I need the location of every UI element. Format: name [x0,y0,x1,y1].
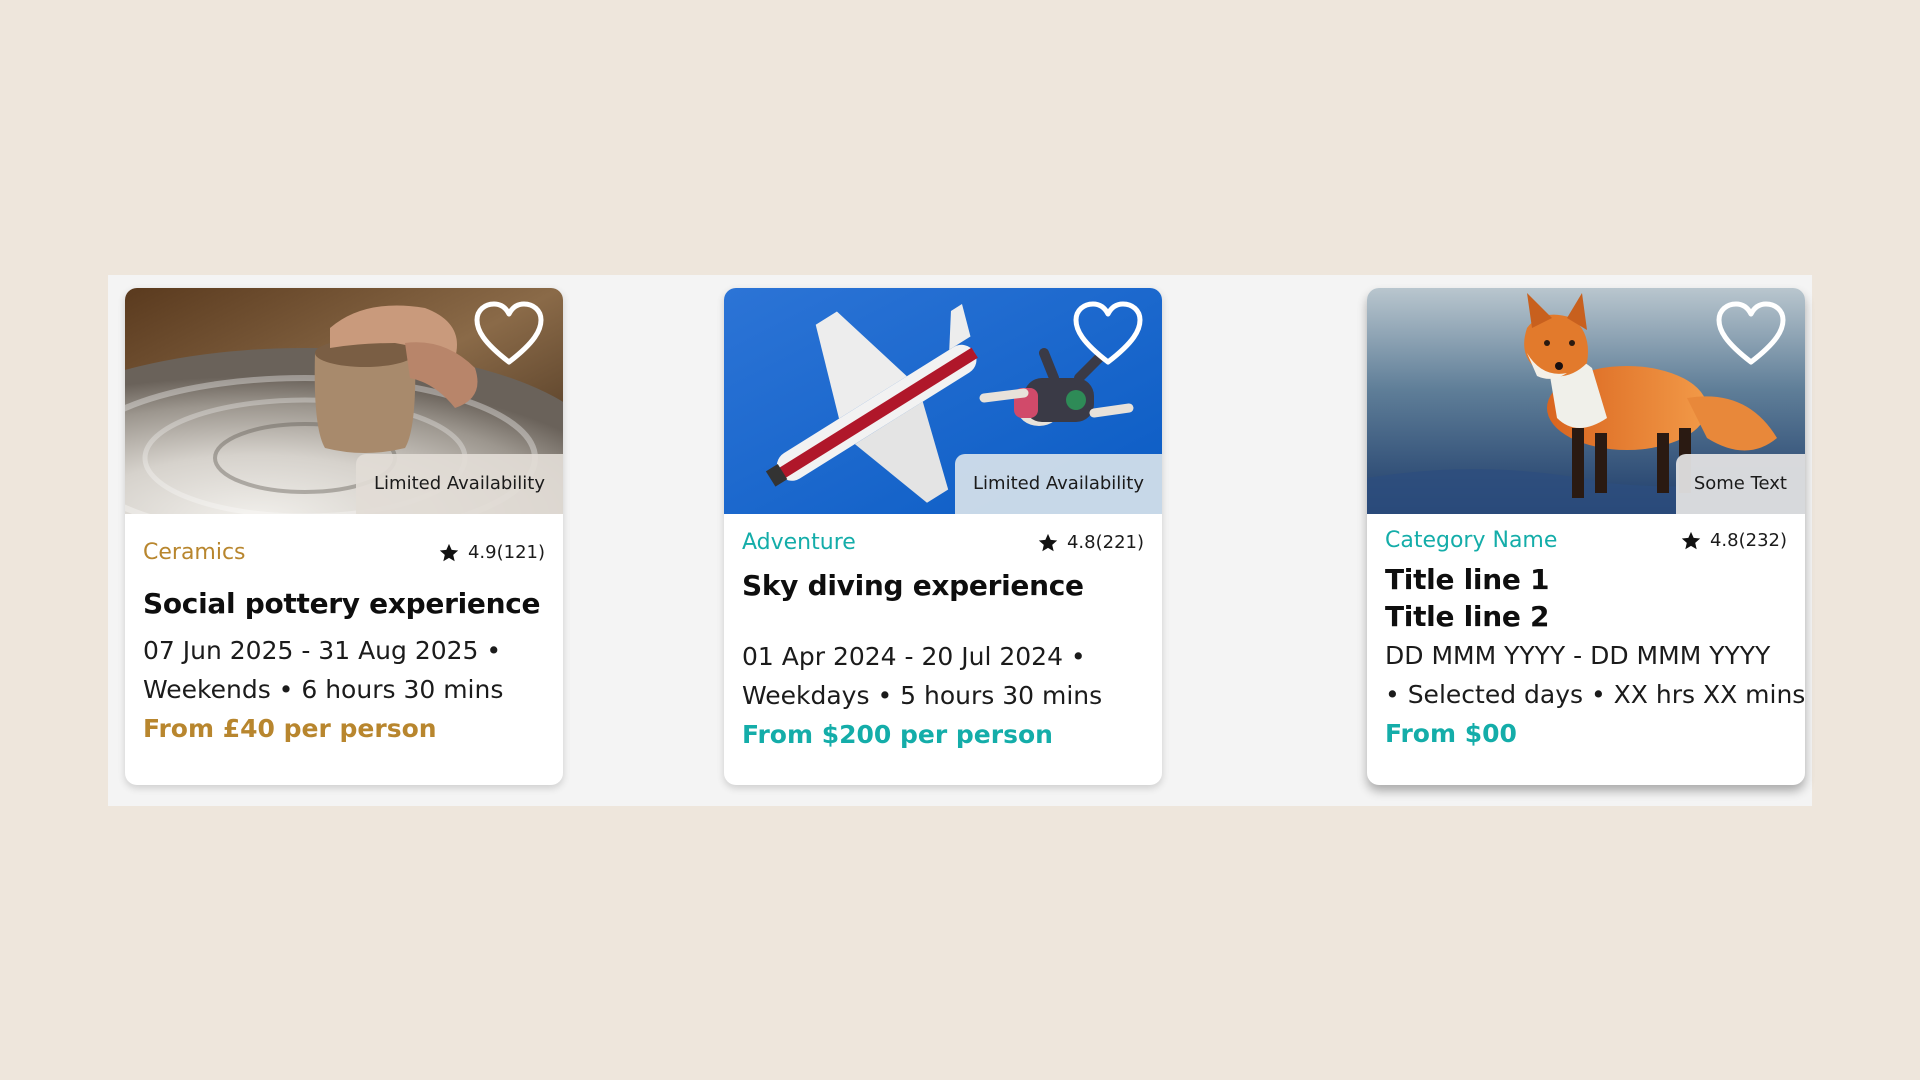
card-title: Title line 1 Title line 2 [1385,561,1787,635]
price: From $200 per person [742,720,1053,749]
card-image-fox[interactable]: Some Text [1367,288,1805,514]
category-row: Category Name 4.8(232) [1385,528,1787,553]
star-icon [439,543,459,561]
favorite-heart-icon[interactable] [1072,300,1144,368]
price: From £40 per person [143,714,437,743]
rating-value: 4.8(221) [1066,532,1144,553]
cards-panel: Limited Availability Ceramics 4.9(121) S… [108,275,1812,806]
availability-badge: Limited Availability [356,454,563,514]
schedule-duration: Weekdays • 5 hours 30 mins [742,681,1103,710]
category-row: Adventure 4.8(221) [742,530,1144,555]
date-range: 07 Jun 2025 - 31 Aug 2025 • [143,636,502,665]
category-label: Adventure [742,530,856,555]
category-row: Ceramics 4.9(121) [143,540,545,565]
card-image-skydiving[interactable]: Limited Availability [724,288,1162,514]
rating: 4.9(121) [438,542,545,564]
schedule-duration: • Selected days • XX hrs XX mins [1385,680,1805,709]
card-body: Ceramics 4.9(121) Social pottery experie… [125,540,563,743]
star-icon [1681,531,1701,549]
favorite-heart-icon[interactable] [1715,300,1787,368]
category-label: Category Name [1385,528,1558,553]
card-image-pottery[interactable]: Limited Availability [125,288,563,514]
card-title: Social pottery experience [143,587,541,620]
schedule-duration: Weekends • 6 hours 30 mins [143,675,504,704]
rating-value: 4.8(232) [1709,530,1787,551]
rating: 4.8(232) [1680,530,1787,552]
experience-card-skydiving[interactable]: Limited Availability Adventure 4.8(221) … [724,288,1162,785]
date-range: 01 Apr 2024 - 20 Jul 2024 • [742,642,1086,671]
favorite-heart-icon[interactable] [473,300,545,368]
date-range: DD MMM YYYY - DD MMM YYYY [1385,641,1771,670]
rating-value: 4.9(121) [467,542,545,563]
price: From $00 [1385,719,1517,748]
card-body: Adventure 4.8(221) Sky diving experience… [724,530,1162,749]
availability-badge: Limited Availability [955,454,1162,514]
badge-text: Some Text [1675,454,1805,514]
card-body: Category Name 4.8(232) Title line 1 Titl… [1367,528,1805,748]
experience-card-template[interactable]: Some Text Category Name 4.8(232) Title l… [1367,288,1805,785]
title-line-2: Title line 2 [1385,600,1550,633]
experience-card-pottery[interactable]: Limited Availability Ceramics 4.9(121) S… [125,288,563,785]
star-icon [1038,533,1058,551]
rating: 4.8(221) [1037,532,1144,554]
title-line-1: Title line 1 [1385,563,1550,596]
card-title: Sky diving experience [742,569,1084,602]
category-label: Ceramics [143,540,246,565]
